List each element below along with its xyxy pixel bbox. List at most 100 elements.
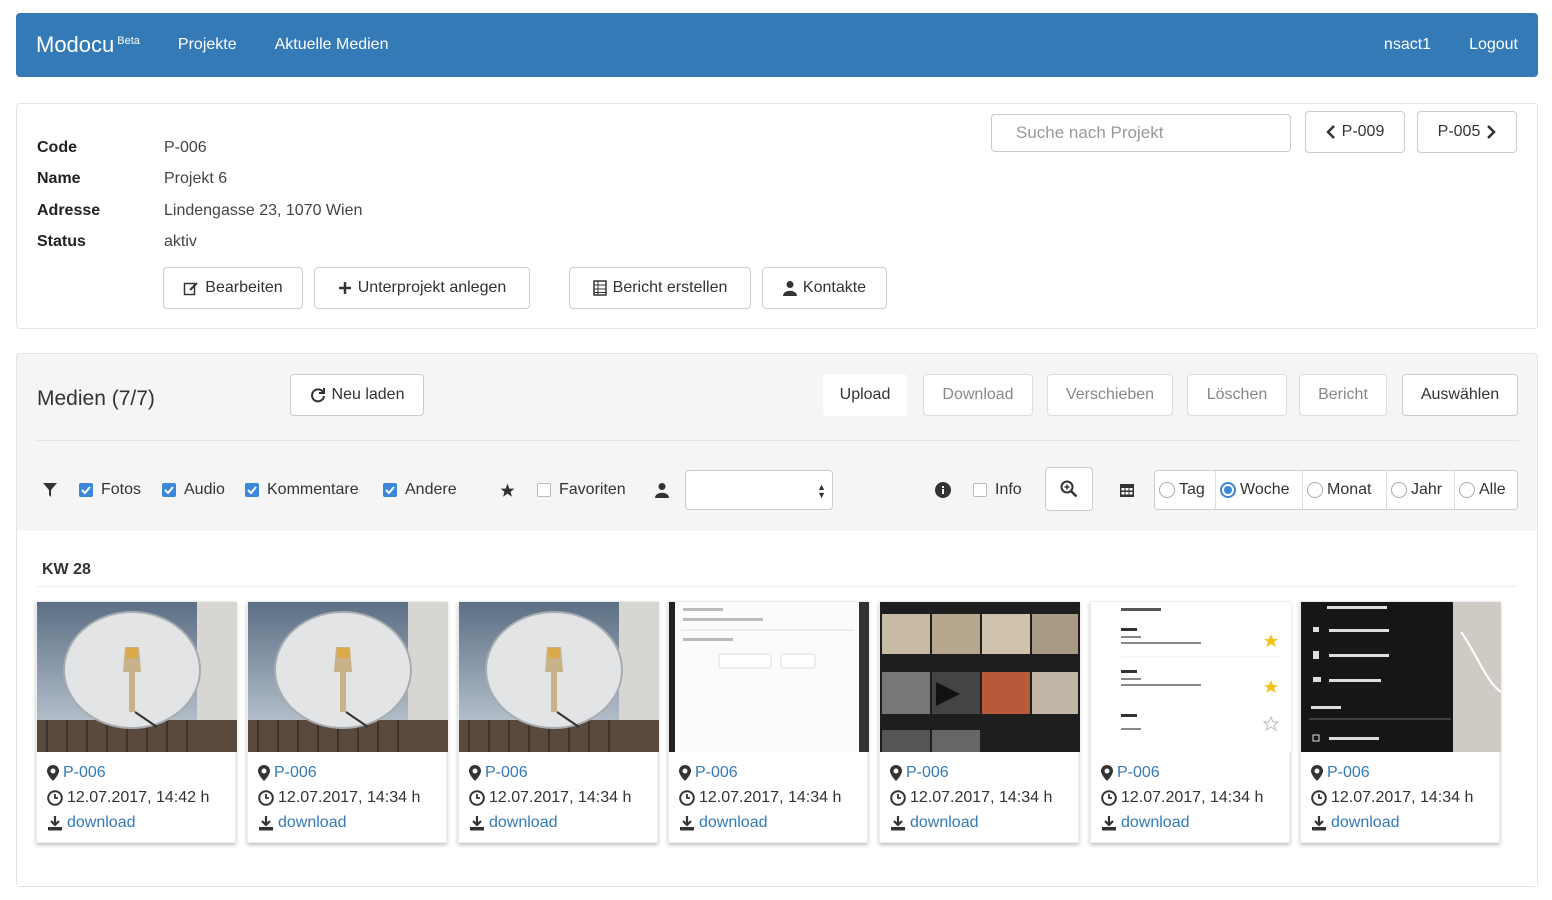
media-card[interactable]: P-006 12.07.2017, 14:34 h download [1300, 601, 1501, 843]
report-button[interactable]: Bericht [1299, 374, 1387, 416]
media-project-row: P-006 [47, 760, 235, 785]
media-project-link[interactable]: P-006 [1117, 760, 1160, 785]
filter-favorites[interactable]: Favoriten [500, 462, 626, 518]
audio-label: Audio [184, 481, 225, 498]
media-card[interactable]: P-006 12.07.2017, 14:34 h download [247, 601, 448, 843]
media-download-link[interactable]: download [1121, 810, 1190, 835]
list-icon [592, 280, 607, 296]
user-select[interactable]: ▲ ▼ [685, 470, 833, 510]
next-project-button[interactable]: P-005 [1417, 111, 1517, 153]
brand-logo[interactable]: Modocu Beta [36, 32, 140, 58]
favorites-checkbox[interactable] [537, 483, 551, 497]
plus-icon [338, 282, 351, 294]
download-button[interactable]: Download [923, 374, 1033, 416]
media-card[interactable]: P-006 12.07.2017, 14:34 h download [879, 601, 1080, 843]
filter-period [1119, 462, 1135, 518]
media-project-link[interactable]: P-006 [695, 760, 738, 785]
radio-year[interactable] [1391, 482, 1407, 498]
create-report-button[interactable]: Bericht erstellen [569, 267, 751, 309]
media-download-link[interactable]: download [67, 810, 136, 835]
filter-audio[interactable]: Audio [162, 462, 225, 518]
media-download-link[interactable]: download [278, 810, 347, 835]
filter-info[interactable]: Info [935, 462, 1022, 518]
radio-week[interactable] [1220, 482, 1236, 498]
media-project-link[interactable]: P-006 [63, 760, 106, 785]
other-checkbox[interactable] [383, 483, 397, 497]
upload-button[interactable]: Upload [823, 374, 907, 416]
media-project-link[interactable]: P-006 [1327, 760, 1370, 785]
radio-day[interactable] [1159, 482, 1175, 498]
media-project-link[interactable]: P-006 [485, 760, 528, 785]
logout-link[interactable]: Logout [1469, 36, 1518, 54]
media-time-row: 12.07.2017, 14:34 h [1311, 785, 1499, 810]
media-card[interactable]: P-006 12.07.2017, 14:34 h download [458, 601, 659, 843]
select-arrows-icon: ▲ ▼ [817, 482, 826, 500]
divider [37, 440, 1519, 441]
clock-icon [258, 789, 274, 806]
download-icon [1312, 815, 1326, 830]
photos-checkbox[interactable] [79, 483, 93, 497]
info-checkbox[interactable] [973, 483, 987, 497]
info-row-code: Code P-006 [37, 132, 362, 164]
media-project-row: P-006 [1101, 760, 1289, 785]
period-label: Woche [1240, 481, 1290, 498]
media-card[interactable]: P-006 12.07.2017, 14:42 h download [36, 601, 237, 843]
download-icon [891, 815, 905, 830]
media-time-row: 12.07.2017, 14:42 h [47, 785, 235, 810]
period-month[interactable]: Monat [1303, 471, 1387, 509]
media-timestamp: 12.07.2017, 14:34 h [1331, 789, 1474, 806]
media-download-row: download [1101, 810, 1289, 835]
nav-user[interactable]: nsact1 [1384, 36, 1431, 54]
filter-user [655, 462, 669, 518]
radio-all[interactable] [1459, 482, 1475, 498]
media-download-row: download [258, 810, 446, 835]
reload-button[interactable]: Neu laden [290, 374, 424, 416]
media-download-link[interactable]: download [910, 810, 979, 835]
select-button[interactable]: Auswählen [1402, 374, 1518, 416]
info-row-status: Status aktiv [37, 227, 362, 259]
media-card[interactable]: P-006 12.07.2017, 14:34 h download [1090, 601, 1291, 843]
filter-photos[interactable]: Fotos [79, 462, 141, 518]
info-value: aktiv [164, 233, 197, 251]
contacts-button[interactable]: Kontakte [762, 267, 887, 309]
media-grid: KW 28 P-006 12.07.2017, 14:42 h download P… [17, 531, 1537, 886]
select-label: Auswählen [1420, 386, 1500, 403]
media-project-row: P-006 [890, 760, 1078, 785]
chevron-left-icon [1325, 125, 1335, 139]
map-marker-icon [469, 764, 481, 781]
media-card[interactable]: P-006 12.07.2017, 14:34 h download [668, 601, 869, 843]
period-week[interactable]: Woche [1216, 471, 1303, 509]
media-project-row: P-006 [469, 760, 657, 785]
info-circle-icon [935, 482, 951, 498]
media-time-row: 12.07.2017, 14:34 h [1101, 785, 1289, 810]
media-project-link[interactable]: P-006 [906, 760, 949, 785]
audio-checkbox[interactable] [162, 483, 176, 497]
filter-comments[interactable]: Kommentare [245, 462, 359, 518]
info-value: P-006 [164, 138, 207, 156]
prev-project-button[interactable]: P-009 [1305, 111, 1405, 153]
period-year[interactable]: Jahr [1387, 471, 1455, 509]
filter-type [43, 462, 57, 518]
period-all[interactable]: Alle [1455, 471, 1517, 509]
media-download-link[interactable]: download [489, 810, 558, 835]
radio-month[interactable] [1307, 482, 1323, 498]
period-day[interactable]: Tag [1155, 471, 1216, 509]
media-download-link[interactable]: download [699, 810, 768, 835]
info-row-name: Name Projekt 6 [37, 164, 362, 196]
brand-name: Modocu [36, 32, 115, 57]
comments-checkbox[interactable] [245, 483, 259, 497]
media-project-link[interactable]: P-006 [274, 760, 317, 785]
photos-label: Fotos [101, 481, 142, 498]
nav-link-aktuelle-medien[interactable]: Aktuelle Medien [275, 36, 389, 54]
filter-other[interactable]: Andere [383, 462, 457, 518]
add-subproject-button[interactable]: Unterprojekt anlegen [314, 267, 530, 309]
period-label: Alle [1479, 481, 1506, 498]
move-button[interactable]: Verschieben [1047, 374, 1173, 416]
edit-button[interactable]: Bearbeiten [163, 267, 303, 309]
zoom-button[interactable] [1045, 467, 1093, 511]
media-download-link[interactable]: download [1331, 810, 1400, 835]
project-search-input[interactable] [991, 114, 1291, 152]
refresh-icon [310, 388, 325, 403]
delete-button[interactable]: Löschen [1187, 374, 1287, 416]
nav-link-projekte[interactable]: Projekte [178, 36, 237, 54]
